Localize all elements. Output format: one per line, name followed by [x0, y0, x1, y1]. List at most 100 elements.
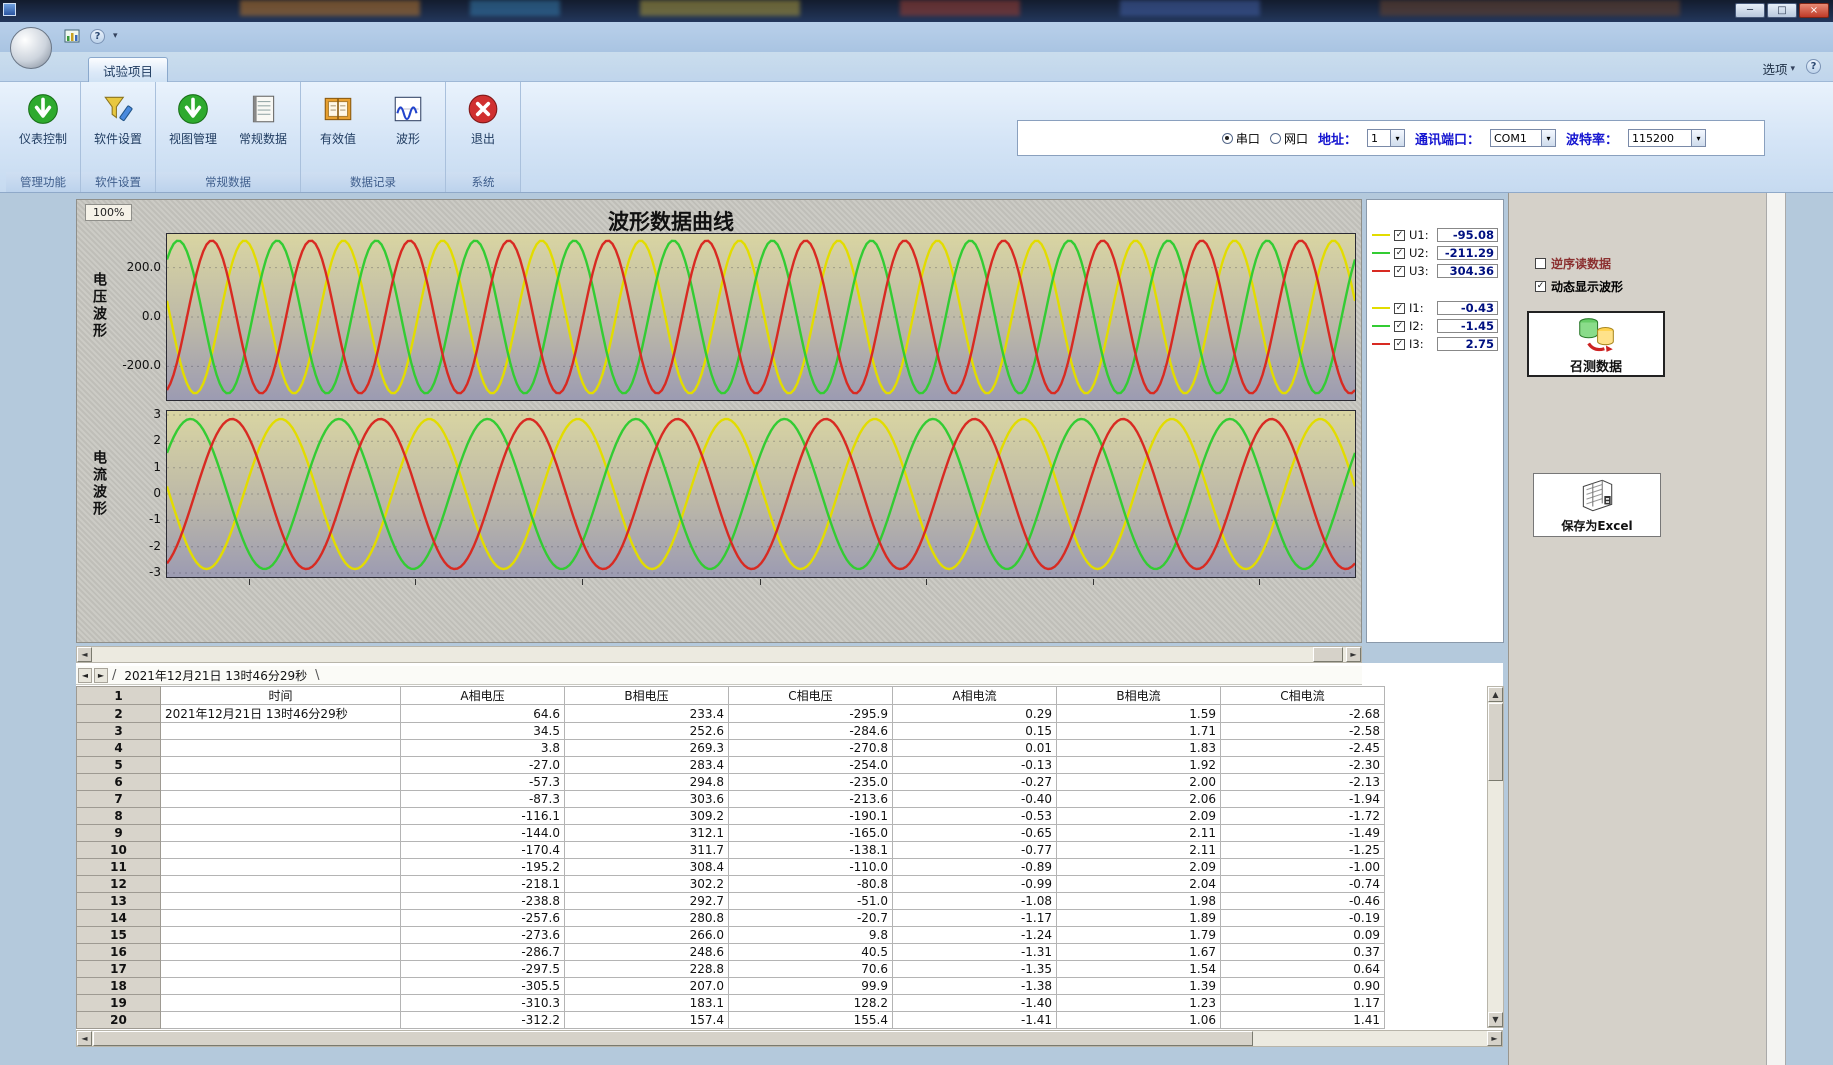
cell[interactable]: -0.53	[893, 808, 1057, 825]
cell[interactable]: 1.83	[1057, 740, 1221, 757]
cell[interactable]: -1.41	[893, 1012, 1057, 1029]
app-menu-button[interactable]	[10, 27, 52, 69]
row-number[interactable]: 20	[77, 1012, 161, 1029]
cell[interactable]: -213.6	[729, 791, 893, 808]
cell[interactable]: 280.8	[565, 910, 729, 927]
cell[interactable]: 155.4	[729, 1012, 893, 1029]
cell[interactable]: 128.2	[729, 995, 893, 1012]
column-header[interactable]: A相电压	[401, 687, 565, 705]
cell[interactable]: 9.8	[729, 927, 893, 944]
table-vertical-scrollbar[interactable]: ▲ ▼	[1487, 686, 1504, 1028]
cell[interactable]: -2.45	[1221, 740, 1385, 757]
cell[interactable]: 228.8	[565, 961, 729, 978]
cell[interactable]: 2.11	[1057, 842, 1221, 859]
scroll-down-icon[interactable]: ▼	[1488, 1012, 1503, 1027]
cell[interactable]: -110.0	[729, 859, 893, 876]
cell[interactable]: 2.04	[1057, 876, 1221, 893]
cell[interactable]: -254.0	[729, 757, 893, 774]
cell[interactable]: -1.17	[893, 910, 1057, 927]
cell[interactable]: -1.40	[893, 995, 1057, 1012]
cell[interactable]: 183.1	[565, 995, 729, 1012]
scroll-thumb[interactable]	[93, 1031, 1253, 1046]
cell[interactable]	[161, 995, 401, 1012]
cell[interactable]: -0.40	[893, 791, 1057, 808]
cell[interactable]: -312.2	[401, 1012, 565, 1029]
cell[interactable]: 1.67	[1057, 944, 1221, 961]
column-header[interactable]: C相电流	[1221, 687, 1385, 705]
cell[interactable]: -305.5	[401, 978, 565, 995]
row-number[interactable]: 2	[77, 705, 161, 723]
cell[interactable]: -138.1	[729, 842, 893, 859]
scroll-up-icon[interactable]: ▲	[1488, 687, 1503, 702]
cell[interactable]	[161, 910, 401, 927]
row-number[interactable]: 12	[77, 876, 161, 893]
cell[interactable]	[161, 740, 401, 757]
cell[interactable]: -1.08	[893, 893, 1057, 910]
cell[interactable]: -170.4	[401, 842, 565, 859]
cell[interactable]	[161, 961, 401, 978]
cell[interactable]: 233.4	[565, 705, 729, 723]
row-number[interactable]: 3	[77, 723, 161, 740]
cell[interactable]: -238.8	[401, 893, 565, 910]
cell[interactable]: 269.3	[565, 740, 729, 757]
row-number[interactable]: 8	[77, 808, 161, 825]
cell[interactable]: 302.2	[565, 876, 729, 893]
cell[interactable]: -0.46	[1221, 893, 1385, 910]
cell[interactable]: -257.6	[401, 910, 565, 927]
cell[interactable]: -0.74	[1221, 876, 1385, 893]
scroll-left-icon[interactable]: ◄	[77, 647, 92, 662]
row-number[interactable]: 13	[77, 893, 161, 910]
cell[interactable]: -51.0	[729, 893, 893, 910]
cell[interactable]: -0.13	[893, 757, 1057, 774]
row-number[interactable]: 9	[77, 825, 161, 842]
column-header[interactable]: C相电压	[729, 687, 893, 705]
cell[interactable]: -273.6	[401, 927, 565, 944]
cell[interactable]: -0.77	[893, 842, 1057, 859]
qat-help-icon[interactable]: ?	[90, 29, 105, 44]
cell[interactable]: 266.0	[565, 927, 729, 944]
row-number[interactable]: 7	[77, 791, 161, 808]
cell[interactable]: -1.24	[893, 927, 1057, 944]
row-number[interactable]: 16	[77, 944, 161, 961]
cell[interactable]: -1.31	[893, 944, 1057, 961]
cell[interactable]: 1.59	[1057, 705, 1221, 723]
row-number[interactable]: 5	[77, 757, 161, 774]
cell[interactable]: 0.09	[1221, 927, 1385, 944]
cell[interactable]: -1.72	[1221, 808, 1385, 825]
row-number[interactable]: 1	[77, 687, 161, 705]
scroll-thumb[interactable]	[1488, 703, 1503, 781]
cell[interactable]: 1.98	[1057, 893, 1221, 910]
cell[interactable]: -0.27	[893, 774, 1057, 791]
cell[interactable]: 1.71	[1057, 723, 1221, 740]
cell[interactable]: 0.90	[1221, 978, 1385, 995]
cell[interactable]: 1.79	[1057, 927, 1221, 944]
cell[interactable]: 2.09	[1057, 859, 1221, 876]
options-menu[interactable]: 选项 ▾	[1762, 59, 1795, 78]
scroll-thumb[interactable]	[1313, 647, 1343, 662]
poll-data-button[interactable]: 召测数据	[1527, 311, 1665, 377]
cell[interactable]	[161, 893, 401, 910]
cell[interactable]: 64.6	[401, 705, 565, 723]
ribbon-button-exit[interactable]: 退出	[452, 89, 514, 150]
cell[interactable]: 1.23	[1057, 995, 1221, 1012]
ribbon-button-rms[interactable]: 有效值	[307, 89, 369, 150]
sheet-prev-icon[interactable]: ◄	[78, 668, 92, 683]
cell[interactable]: -2.58	[1221, 723, 1385, 740]
legend-checkbox-I2[interactable]: ✓	[1394, 321, 1405, 332]
cell[interactable]: -2.13	[1221, 774, 1385, 791]
cell[interactable]: -235.0	[729, 774, 893, 791]
network-radio[interactable]: 网口	[1270, 130, 1308, 147]
sheet-tab[interactable]: 2021年12月21日 13时46分29秒	[120, 667, 311, 684]
cell[interactable]: -87.3	[401, 791, 565, 808]
cell[interactable]: -144.0	[401, 825, 565, 842]
serial-radio[interactable]: 串口	[1222, 130, 1260, 147]
cell[interactable]: -1.35	[893, 961, 1057, 978]
cell[interactable]: 70.6	[729, 961, 893, 978]
cell[interactable]: 2.09	[1057, 808, 1221, 825]
cell[interactable]	[161, 757, 401, 774]
cell[interactable]: 312.1	[565, 825, 729, 842]
row-number[interactable]: 19	[77, 995, 161, 1012]
cell[interactable]: -1.00	[1221, 859, 1385, 876]
row-number[interactable]: 15	[77, 927, 161, 944]
cell[interactable]: -116.1	[401, 808, 565, 825]
